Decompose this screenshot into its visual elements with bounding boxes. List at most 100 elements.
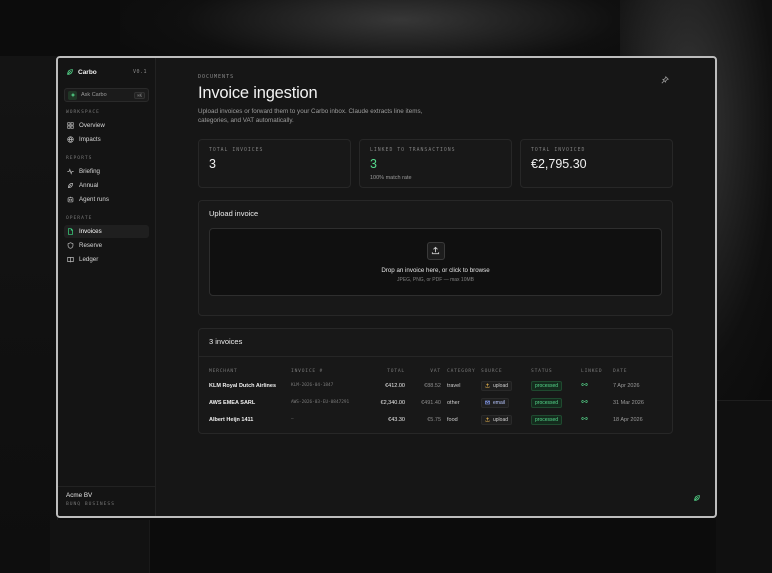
sidebar-item-label: Invoices [79,228,102,235]
sidebar-item-overview[interactable]: Overview [64,119,149,132]
column-header[interactable]: LINKED [581,365,613,377]
pin-icon[interactable] [661,76,669,84]
sidebar-item-agent-runs[interactable]: Agent runs [64,193,149,206]
source-label: upload [493,382,509,389]
column-header[interactable]: MERCHANT [209,365,291,377]
app-window: Carbo V0.1 Ask Carbo ⌘K WORKSPACE Overvi… [56,56,717,518]
source-badge: email [481,397,509,408]
ask-carbo-button[interactable]: Ask Carbo ⌘K [64,88,149,102]
date-cell: 31 Mar 2026 [613,399,644,406]
stat-value: €2,795.30 [531,157,587,171]
link-icon[interactable] [581,382,588,387]
background-panel [0,56,58,573]
invoice-dropzone[interactable]: Drop an invoice here, or click to browse… [209,228,662,296]
stat-label: TOTAL INVOICED [531,148,586,153]
pulse-icon [67,168,74,175]
column-header[interactable]: DATE [613,365,662,377]
stat-label: TOTAL INVOICES [209,148,264,153]
category-cell: travel [447,382,461,389]
column-header[interactable]: SOURCE [481,365,531,377]
table-row[interactable]: KLM Royal Dutch Airlines KLM-2026-04-184… [209,377,662,394]
main-content: DOCUMENTS Invoice ingestion Upload invoi… [156,58,715,516]
upload-icon [485,383,490,388]
source-badge: upload [481,414,513,425]
sidebar-item-impacts[interactable]: Impacts [64,133,149,146]
column-header[interactable]: CATEGORY [441,365,481,377]
total-cell: €43.30 [388,416,405,423]
book-icon [67,256,74,263]
column-header[interactable]: TOTAL [357,365,405,377]
merchant-cell: AWS EMEA SARL [209,399,256,406]
column-header[interactable]: VAT [405,365,441,377]
page-title: Invoice ingestion [198,84,318,102]
link-icon[interactable] [581,399,588,404]
sidebar-item-annual[interactable]: Annual [64,179,149,192]
merchant-cell: Albert Heijn 1411 [209,416,254,423]
vat-cell: €5.75 [427,416,441,423]
table-row[interactable]: AWS EMEA SARL AWS-2026-03-EU-0847291 €2,… [209,394,662,411]
shield-icon [67,242,74,249]
brand-row: Carbo V0.1 [64,66,149,78]
source-cell: email [481,394,531,411]
date-cell: 7 Apr 2026 [613,382,640,389]
status-badge: processed [531,380,563,391]
shortcut-badge: ⌘K [134,91,145,99]
upload-card: Upload invoice Drop an invoice here, or … [198,200,673,316]
invoices-title: 3 invoices [209,337,243,346]
linked-cell [581,377,613,394]
linked-cell [581,394,613,411]
mail-icon [485,400,490,405]
sidebar-item-reserve[interactable]: Reserve [64,239,149,252]
dropzone-title: Drop an invoice here, or click to browse [381,266,490,274]
sidebar-item-label: Annual [79,182,99,189]
stat-value: 3 [370,157,377,171]
invoice-number-cell: – [291,417,294,422]
upload-icon [485,417,490,422]
source-cell: upload [481,377,531,394]
section-label-operate: OPERATE [66,216,93,221]
sidebar-item-ledger[interactable]: Ledger [64,253,149,266]
stat-value: 3 [209,157,216,171]
column-header[interactable]: INVOICE # [291,365,357,377]
sparkle-icon [68,90,77,100]
sidebar: Carbo V0.1 Ask Carbo ⌘K WORKSPACE Overvi… [58,58,156,516]
source-label: email [493,399,505,406]
sidebar-item-invoices[interactable]: Invoices [64,225,149,238]
sidebar-item-briefing[interactable]: Briefing [64,165,149,178]
org-switcher[interactable]: Acme BV BUNQ BUSINESS [58,486,155,516]
stat-card-total-invoiced: TOTAL INVOICED €2,795.30 [520,139,673,188]
stat-label: LINKED TO TRANSACTIONS [370,148,456,153]
link-icon[interactable] [581,416,588,421]
table-row[interactable]: Albert Heijn 1411 – €43.30 €5.75 food up… [209,411,662,428]
total-cell: €412.00 [385,382,405,389]
divider [199,356,672,357]
org-name: Acme BV [66,492,93,499]
total-cell: €2,340.00 [380,399,405,406]
merchant-cell: KLM Royal Dutch Airlines [209,382,277,389]
brand[interactable]: Carbo [66,68,97,76]
category-cell: other [447,399,460,406]
sidebar-item-label: Briefing [79,168,100,175]
leaf-logo-icon [67,69,73,75]
sidebar-item-label: Overview [79,122,105,129]
invoice-number-cell: KLM-2026-04-1847 [291,383,334,388]
section-label-workspace: WORKSPACE [66,110,100,115]
version-label: V0.1 [132,69,147,75]
status-cell: processed [531,377,581,394]
stats-row: TOTAL INVOICES 3 LINKED TO TRANSACTIONS … [198,139,673,188]
source-cell: upload [481,411,531,428]
status-cell: processed [531,411,581,428]
upload-icon [426,241,445,260]
org-subtitle: BUNQ BUSINESS [66,502,115,507]
invoice-number-cell: AWS-2026-03-EU-0847291 [291,400,350,405]
status-cell: processed [531,394,581,411]
leaf-icon[interactable] [693,494,701,502]
upload-card-title: Upload invoice [209,209,259,218]
vat-cell: €491.40 [421,399,441,406]
page-eyebrow: DOCUMENTS [198,74,235,80]
grid-icon [67,122,74,129]
background-panel [716,400,772,573]
column-header[interactable]: STATUS [531,365,581,377]
invoices-table: MERCHANT INVOICE # TOTAL VAT CATEGORY SO… [209,365,662,428]
source-label: upload [493,416,509,423]
